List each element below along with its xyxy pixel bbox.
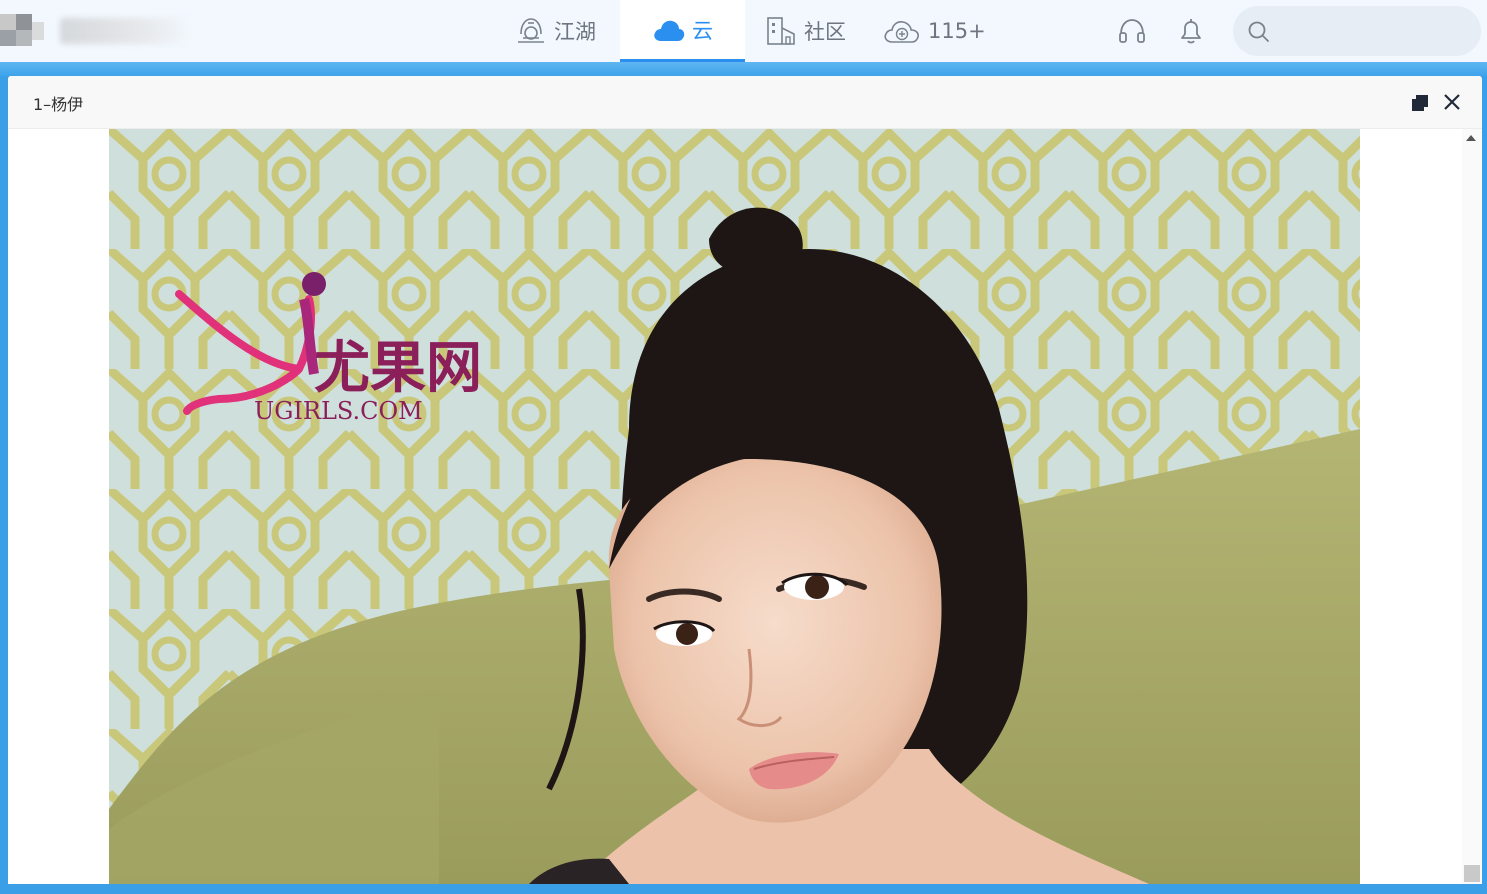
avatar[interactable] bbox=[0, 14, 46, 46]
scroll-thumb[interactable] bbox=[1464, 865, 1480, 882]
close-viewer-button[interactable] bbox=[1442, 92, 1462, 112]
tab-shequ[interactable]: 社区 bbox=[764, 0, 864, 62]
cloud-icon bbox=[654, 20, 685, 41]
accent-band bbox=[0, 62, 1487, 76]
photo[interactable]: 尤果网 UGIRLS.COM bbox=[109, 129, 1360, 884]
image-stage: 尤果网 UGIRLS.COM bbox=[8, 129, 1462, 884]
image-viewer: 1–杨伊 尤果网 UGIRLS.COM bbox=[8, 76, 1482, 884]
viewer-header: 1–杨伊 bbox=[8, 76, 1482, 129]
tab-jianghu[interactable]: 江湖 bbox=[514, 0, 620, 62]
watermark-chinese: 尤果网 bbox=[314, 335, 482, 401]
tab-yun-label: 云 bbox=[692, 18, 713, 43]
community-icon bbox=[767, 17, 795, 45]
username-blurred bbox=[60, 18, 194, 44]
scroll-up-arrow-icon[interactable] bbox=[1466, 135, 1476, 141]
search-input[interactable] bbox=[1279, 16, 1473, 48]
restore-window-button[interactable] bbox=[1410, 93, 1430, 113]
headset-icon[interactable] bbox=[1117, 16, 1147, 46]
search-box[interactable] bbox=[1233, 6, 1481, 56]
tab-yun[interactable]: 云 bbox=[620, 0, 745, 62]
jianghu-icon bbox=[518, 18, 544, 43]
top-bar: 江湖 云 社区 115+ bbox=[0, 0, 1487, 62]
bell-icon[interactable] bbox=[1176, 16, 1206, 46]
tab-shequ-label: 社区 bbox=[804, 20, 846, 44]
restore-icon bbox=[1412, 95, 1428, 111]
watermark-text: UGIRLS.COM bbox=[254, 397, 423, 425]
tab-115plus-label: 115+ bbox=[928, 19, 986, 43]
cloud-plus-icon bbox=[884, 21, 919, 43]
close-icon bbox=[1444, 94, 1460, 110]
viewer-title: 1–杨伊 bbox=[33, 95, 84, 114]
vertical-scrollbar[interactable] bbox=[1462, 129, 1482, 884]
tab-jianghu-label: 江湖 bbox=[554, 20, 596, 44]
tab-115plus[interactable]: 115+ bbox=[882, 0, 992, 62]
search-icon bbox=[1248, 21, 1269, 42]
